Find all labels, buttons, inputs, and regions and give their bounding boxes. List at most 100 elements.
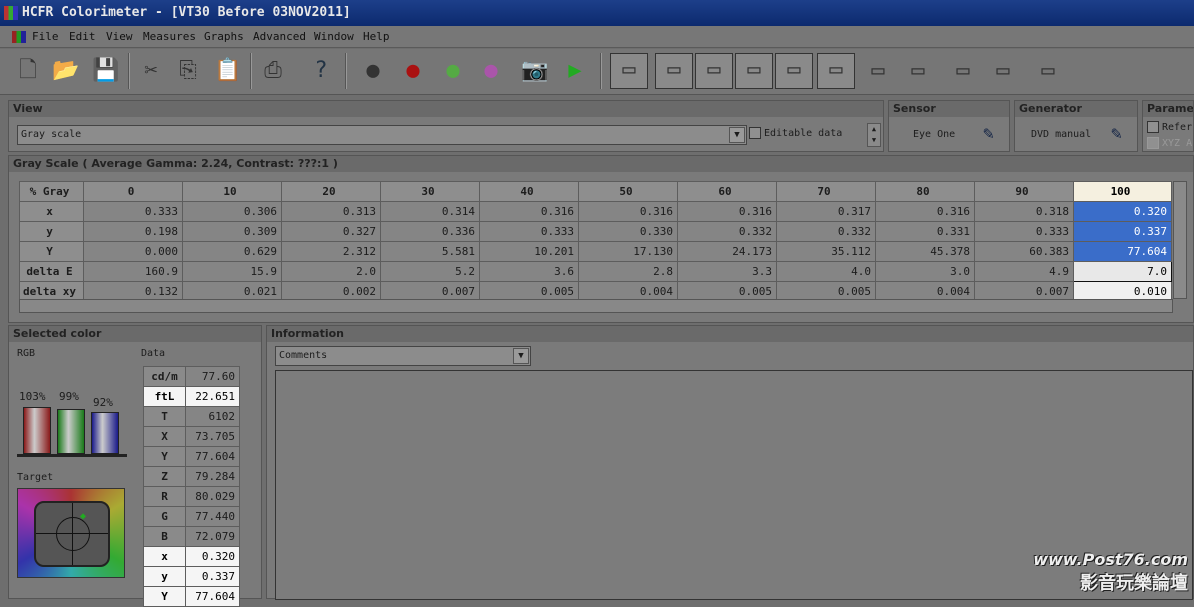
edit-generator-icon[interactable]: ✎	[1111, 123, 1122, 144]
print-icon[interactable]: ⎙	[257, 55, 289, 87]
table-cell[interactable]: 0.336	[380, 221, 480, 242]
sensor-icon[interactable]: ●	[357, 55, 389, 87]
data-value[interactable]: 0.320	[185, 546, 240, 567]
help-icon[interactable]: ?	[305, 55, 337, 87]
column-header[interactable]: 40	[479, 181, 579, 202]
table-cell[interactable]: 3.6	[479, 261, 579, 282]
menu-measures[interactable]: Measures	[143, 30, 196, 43]
column-header[interactable]: 20	[281, 181, 381, 202]
spectrum-icon[interactable]: ▭	[947, 55, 979, 87]
table-cell[interactable]: 5.2	[380, 261, 480, 282]
data-value[interactable]: 72.079	[185, 526, 240, 547]
table-cell[interactable]: 10.201	[479, 241, 579, 262]
menu-graphs[interactable]: Graphs	[204, 30, 244, 43]
monitor3-icon[interactable]: ▭	[902, 55, 934, 87]
table-cell[interactable]: 0.327	[281, 221, 381, 242]
data-value[interactable]: 77.604	[185, 446, 240, 467]
table-cell[interactable]: 60.383	[974, 241, 1074, 262]
cie-chart-icon[interactable]: ▭	[817, 53, 855, 89]
table-cell[interactable]: 0.316	[578, 201, 678, 222]
luminance-graph-icon[interactable]: ▭	[695, 53, 733, 89]
column-header[interactable]: 50	[578, 181, 678, 202]
table-cell[interactable]: 4.9	[974, 261, 1074, 282]
measures-graph-icon[interactable]: ▭	[987, 55, 1019, 87]
column-header[interactable]: 80	[875, 181, 975, 202]
save-icon[interactable]: 💾	[90, 55, 122, 87]
table-cell[interactable]: 2.0	[281, 261, 381, 282]
data-value[interactable]: 77.440	[185, 506, 240, 527]
table-cell[interactable]: 0.314	[380, 201, 480, 222]
table-cell-focused[interactable]: 7.0	[1073, 261, 1172, 282]
editable-data-checkbox[interactable]: Editable data	[749, 127, 842, 139]
table-cell[interactable]: 0.316	[677, 201, 777, 222]
table-cell[interactable]: 2.312	[281, 241, 381, 262]
table-cell[interactable]: 2.8	[578, 261, 678, 282]
column-header[interactable]: 70	[776, 181, 876, 202]
table-cell[interactable]: 5.581	[380, 241, 480, 262]
data-value[interactable]: 22.651	[185, 386, 240, 407]
column-header[interactable]: 30	[380, 181, 480, 202]
table-cell[interactable]: 160.9	[83, 261, 183, 282]
copy-icon[interactable]: ⎘	[172, 55, 204, 87]
gamma-graph-icon[interactable]: ▭	[655, 53, 693, 89]
table-cell[interactable]: 0.333	[974, 221, 1074, 242]
table-cell[interactable]: 0.316	[479, 201, 579, 222]
table-cell[interactable]: 0.317	[776, 201, 876, 222]
edit-sensor-icon[interactable]: ✎	[983, 123, 994, 144]
table-cell[interactable]: 4.0	[776, 261, 876, 282]
menu-file[interactable]: File	[32, 30, 59, 43]
bars-icon[interactable]: ▭	[1032, 55, 1064, 87]
table-cell[interactable]: 3.0	[875, 261, 975, 282]
chevron-down-icon[interactable]: ▼	[513, 348, 529, 364]
spin-control[interactable]: ▲ ▼	[867, 123, 881, 147]
information-select[interactable]: Comments ▼	[275, 346, 531, 366]
chevron-down-icon[interactable]: ▼	[729, 127, 745, 143]
table-cell[interactable]: 17.130	[578, 241, 678, 262]
checkbox-icon[interactable]	[749, 127, 761, 139]
table-cell[interactable]: 0.318	[974, 201, 1074, 222]
table-cell[interactable]: 0.316	[875, 201, 975, 222]
column-header[interactable]: 0	[83, 181, 183, 202]
column-header-selected[interactable]: 100	[1073, 181, 1172, 202]
table-cell[interactable]: 24.173	[677, 241, 777, 262]
column-header[interactable]: 90	[974, 181, 1074, 202]
table-cell[interactable]: 0.331	[875, 221, 975, 242]
data-value[interactable]: 79.284	[185, 466, 240, 487]
table-cell[interactable]: 0.313	[281, 201, 381, 222]
table-cell[interactable]: 0.332	[677, 221, 777, 242]
data-value[interactable]: 73.705	[185, 426, 240, 447]
table-cell[interactable]: 15.9	[182, 261, 282, 282]
monitor-icon[interactable]: ▭	[610, 53, 648, 89]
table-cell-selected[interactable]: 0.337	[1073, 221, 1172, 242]
menu-edit[interactable]: Edit	[69, 30, 96, 43]
menu-help[interactable]: Help	[363, 30, 390, 43]
table-cell[interactable]: 0.309	[182, 221, 282, 242]
xyz-checkbox[interactable]: XYZ A	[1147, 137, 1192, 149]
reference-checkbox[interactable]: Refer	[1147, 121, 1192, 133]
grid-horizontal-scrollbar[interactable]	[19, 299, 1173, 313]
cut-icon[interactable]: ✂	[135, 55, 167, 87]
table-cell[interactable]: 0.306	[182, 201, 282, 222]
monitor2-icon[interactable]: ▭	[862, 55, 894, 87]
data-value[interactable]: 6102	[185, 406, 240, 427]
data-value[interactable]: 77.60	[185, 366, 240, 387]
view-select[interactable]: Gray scale ▼	[17, 125, 747, 145]
paste-icon[interactable]: 📋	[212, 55, 244, 87]
open-folder-icon[interactable]: 📂	[50, 55, 82, 87]
menu-window[interactable]: Window	[314, 30, 354, 43]
table-cell[interactable]: 0.332	[776, 221, 876, 242]
play-icon[interactable]: ▶	[559, 55, 591, 87]
table-cell[interactable]: 0.333	[479, 221, 579, 242]
table-cell[interactable]: 35.112	[776, 241, 876, 262]
multi-balls-icon[interactable]: ●	[475, 55, 507, 87]
table-cell[interactable]: 0.333	[83, 201, 183, 222]
color-balls-icon[interactable]: ●	[437, 55, 469, 87]
menu-view[interactable]: View	[106, 30, 133, 43]
table-cell[interactable]: 0.629	[182, 241, 282, 262]
table-cell-selected[interactable]: 77.604	[1073, 241, 1172, 262]
rgb-balls-icon[interactable]: ●	[397, 55, 429, 87]
deltae-graph-icon[interactable]: ▭	[775, 53, 813, 89]
camera-icon[interactable]: 📷	[519, 55, 551, 87]
data-value[interactable]: 77.604	[185, 586, 240, 607]
column-header[interactable]: 60	[677, 181, 777, 202]
